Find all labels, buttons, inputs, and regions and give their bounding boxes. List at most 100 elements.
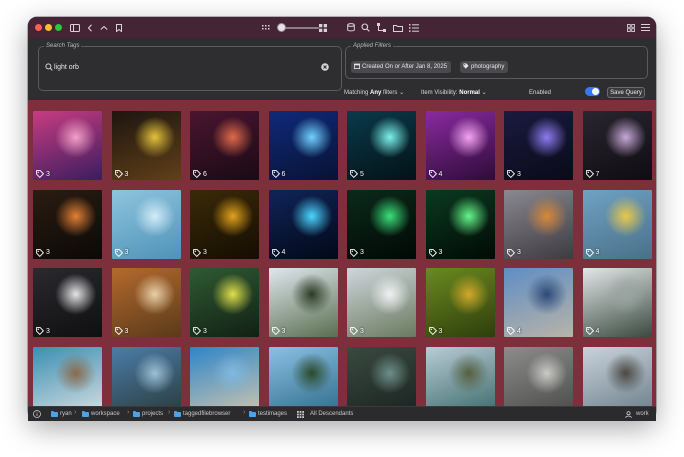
tag-count: 4 (517, 327, 521, 335)
thumbnail-tile[interactable]: 4 (504, 268, 573, 337)
path-ryan[interactable]: ryan (51, 410, 72, 418)
tag-icon (114, 327, 123, 335)
zoom-window-button[interactable] (55, 24, 62, 31)
toolbar (28, 17, 656, 38)
path-projects[interactable]: projects (133, 410, 163, 418)
tag-count-badge: 3 (350, 248, 364, 257)
list-view-icon[interactable] (639, 21, 652, 34)
thumbnail-tile[interactable] (268, 346, 338, 406)
chevron-down-icon: ⌄ (481, 90, 487, 96)
visibility-prefix: Item Visibility: (421, 90, 458, 96)
thumbnail-tile[interactable]: 3 (111, 268, 181, 337)
tag-count-badge: 3 (428, 248, 442, 257)
folder-icon[interactable] (391, 21, 404, 34)
thumbnail-tile[interactable]: 3 (33, 111, 102, 180)
tag-count: 4 (281, 249, 286, 256)
thumbnail-grid[interactable]: 3 3 6 6 5 4 3 7 3 3 3 4 3 3 3 3 3 3 3 3 3 3 4 4 (28, 100, 656, 406)
folder-icon (51, 410, 58, 417)
tag-count-badge: 4 (507, 327, 521, 335)
tag-count: 3 (517, 249, 521, 256)
save-query-button[interactable]: Save Query (607, 87, 645, 98)
hierarchy-icon[interactable] (375, 21, 388, 34)
matching-value: Any (370, 90, 382, 96)
chevron-left-icon[interactable] (83, 21, 96, 34)
close-window-button[interactable] (35, 24, 42, 31)
thumbnail-tile[interactable]: 4 (268, 189, 338, 259)
thumbnail-tile[interactable]: 3 (347, 189, 416, 259)
tag-count: 3 (124, 327, 129, 335)
slider-knob[interactable] (277, 23, 286, 32)
thumbnail-tile[interactable]: 3 (582, 189, 652, 259)
tag-filter-label: photography (471, 64, 505, 70)
thumbnail-tile[interactable]: 6 (268, 111, 338, 180)
tag-icon (193, 248, 201, 257)
thumbnail-tile[interactable] (347, 346, 416, 406)
scope-selector[interactable]: All Descendants (297, 410, 353, 418)
thumbnail-tile[interactable]: 4 (425, 111, 495, 180)
thumbnail-tile[interactable] (111, 346, 181, 406)
thumbnail-tile[interactable] (33, 346, 102, 406)
large-grid-icon[interactable] (316, 21, 329, 34)
thumbnail-tile[interactable]: 4 (582, 268, 652, 337)
scope-grid-icon (297, 410, 304, 418)
minimize-window-button[interactable] (45, 24, 52, 31)
tag-count-badge: 3 (114, 248, 128, 257)
thumbnail-tile[interactable]: 3 (425, 189, 495, 259)
search-input[interactable]: light orb (54, 61, 314, 74)
tag-count: 3 (46, 170, 50, 178)
tag-count-badge: 4 (585, 327, 599, 335)
thumbnail-tile[interactable]: 3 (268, 268, 338, 337)
thumbnail-tile[interactable]: 3 (33, 268, 102, 337)
thumbnail-tile[interactable]: 6 (190, 111, 259, 180)
tag-count-badge: 3 (193, 248, 207, 257)
tag-icon (507, 248, 515, 257)
folder-icon (133, 410, 140, 417)
search-icon[interactable] (359, 21, 372, 34)
thumbnail-tile[interactable] (425, 346, 495, 406)
item-visibility-dropdown[interactable]: Item Visibility: Normal ⌄ (421, 89, 487, 97)
clear-search-icon[interactable] (321, 63, 329, 71)
thumbnail-tile[interactable]: 3 (425, 268, 495, 337)
tag-icon (350, 248, 358, 257)
tag-count: 3 (517, 170, 521, 178)
tag-count: 4 (438, 170, 443, 178)
tag-count-badge: 3 (36, 248, 50, 257)
tag-count-badge: 3 (271, 327, 285, 335)
thumbnail-tile[interactable] (190, 346, 259, 406)
thumbnail-tile[interactable] (504, 346, 573, 406)
thumbnail-tile[interactable]: 3 (111, 111, 181, 180)
small-grid-icon[interactable] (259, 21, 272, 34)
enabled-toggle[interactable] (585, 87, 600, 96)
tag-icon (428, 170, 437, 178)
matching-dropdown[interactable]: Matching Any filters ⌄ (344, 89, 404, 97)
thumbnail-tile[interactable]: 3 (33, 189, 102, 259)
search-field-icon (45, 63, 53, 71)
thumbnail-tile[interactable]: 5 (347, 111, 416, 180)
thumbnail-tile[interactable] (582, 346, 652, 406)
thumbnail-tile[interactable]: 3 (504, 189, 573, 259)
search-field[interactable]: light orb (42, 58, 330, 77)
thumbnail-tile[interactable]: 3 (190, 268, 259, 337)
thumbnail-tile[interactable]: 7 (582, 111, 652, 180)
path-workspace[interactable]: workspace (82, 410, 120, 418)
tag-icon (193, 327, 201, 335)
bookmark-icon[interactable] (112, 21, 125, 34)
info-icon[interactable] (33, 410, 41, 418)
tag-count-badge: 3 (114, 170, 128, 178)
thumbnail-tile[interactable]: 3 (504, 111, 573, 180)
path-taggedfilebrowser[interactable]: taggedfilebrowser (174, 410, 230, 418)
user-icon (625, 410, 632, 418)
date-filter-chip[interactable]: Created On or After Jan 8, 2025 (351, 61, 452, 73)
database-icon[interactable] (344, 21, 357, 34)
thumbnail-tile[interactable]: 3 (347, 268, 416, 337)
chevron-up-icon[interactable] (97, 21, 110, 34)
path-separator: › (168, 409, 171, 416)
thumbnail-tile[interactable]: 3 (190, 189, 259, 259)
thumbnail-tile[interactable]: 3 (111, 189, 181, 259)
path-testimages[interactable]: testimages (249, 410, 287, 418)
list-icon[interactable] (407, 21, 420, 34)
tag-count-badge: 3 (36, 170, 50, 178)
grid-view-icon[interactable] (624, 21, 637, 34)
sidebar-icon[interactable] (68, 21, 81, 34)
tag-filter-chip[interactable]: photography (460, 61, 509, 73)
